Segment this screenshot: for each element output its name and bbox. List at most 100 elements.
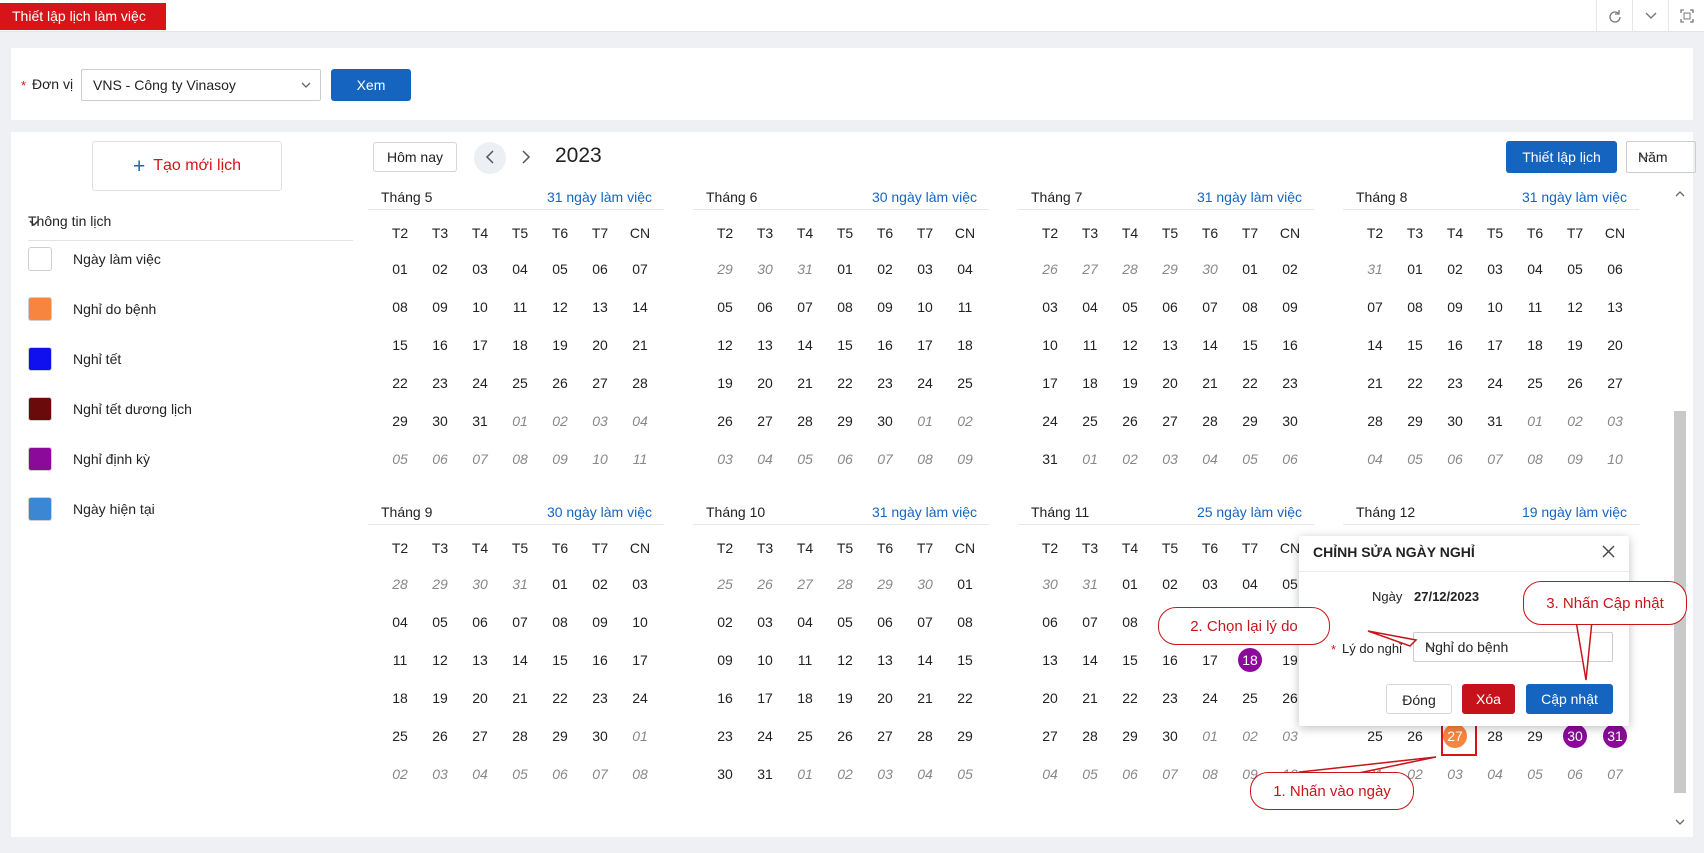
day-cell[interactable]: 16	[865, 326, 905, 364]
day-cell[interactable]: 02	[1555, 402, 1595, 440]
day-cell[interactable]: 20	[745, 364, 785, 402]
day-cell[interactable]: 06	[1595, 250, 1635, 288]
day-cell[interactable]: 24	[1190, 679, 1230, 717]
day-cell[interactable]: 02	[420, 250, 460, 288]
day-cell[interactable]: 08	[945, 603, 985, 641]
day-cell[interactable]: 29	[865, 565, 905, 603]
day-cell[interactable]: 04	[1515, 250, 1555, 288]
day-cell[interactable]: 08	[380, 288, 420, 326]
scroll-up-icon[interactable]	[1674, 187, 1686, 199]
day-cell[interactable]: 14	[785, 326, 825, 364]
day-cell[interactable]: 10	[460, 288, 500, 326]
day-cell[interactable]: 05	[420, 603, 460, 641]
day-cell[interactable]: 26	[1110, 402, 1150, 440]
day-cell[interactable]: 22	[540, 679, 580, 717]
day-cell[interactable]: 27	[1030, 717, 1070, 755]
day-cell[interactable]: 20	[580, 326, 620, 364]
prev-year-button[interactable]	[474, 142, 506, 174]
day-cell[interactable]: 08	[1395, 288, 1435, 326]
day-cell[interactable]: 02	[1270, 250, 1310, 288]
close-button[interactable]: Đóng	[1386, 684, 1452, 714]
day-cell[interactable]: 13	[1595, 288, 1635, 326]
day-cell[interactable]: 22	[1110, 679, 1150, 717]
page-tab-title[interactable]: Thiết lập lịch làm việc	[0, 3, 166, 30]
day-cell[interactable]: 17	[1190, 641, 1230, 679]
day-cell[interactable]: 03	[705, 440, 745, 478]
day-cell[interactable]: 30	[1270, 402, 1310, 440]
day-cell[interactable]: 26	[540, 364, 580, 402]
fullscreen-icon[interactable]	[1668, 0, 1704, 32]
day-cell[interactable]: 28	[620, 364, 660, 402]
day-cell[interactable]: 31	[1070, 565, 1110, 603]
day-cell[interactable]: 04	[500, 250, 540, 288]
day-cell[interactable]: 08	[500, 440, 540, 478]
day-cell[interactable]: 27	[1070, 250, 1110, 288]
chevron-down-icon[interactable]	[1632, 0, 1668, 32]
day-cell[interactable]: 14	[1070, 641, 1110, 679]
day-cell[interactable]: 30	[460, 565, 500, 603]
day-cell[interactable]: 19	[825, 679, 865, 717]
day-cell[interactable]: 13	[580, 288, 620, 326]
day-cell[interactable]: 26	[420, 717, 460, 755]
day-cell[interactable]: 31	[745, 755, 785, 793]
day-cell[interactable]: 09	[945, 440, 985, 478]
day-cell[interactable]: 07	[1475, 440, 1515, 478]
day-cell[interactable]: 10	[580, 440, 620, 478]
day-cell[interactable]: 29	[540, 717, 580, 755]
day-cell[interactable]: 20	[865, 679, 905, 717]
day-cell[interactable]: 17	[905, 326, 945, 364]
day-cell[interactable]: 09	[1435, 288, 1475, 326]
day-cell[interactable]: 02	[540, 402, 580, 440]
day-cell[interactable]: 29	[945, 717, 985, 755]
day-cell[interactable]: 07	[1355, 288, 1395, 326]
refresh-icon[interactable]	[1596, 0, 1632, 32]
day-cell[interactable]: 23	[1270, 364, 1310, 402]
day-cell[interactable]: 18	[785, 679, 825, 717]
day-cell[interactable]: 10	[1030, 326, 1070, 364]
day-cell[interactable]: 20	[460, 679, 500, 717]
day-cell[interactable]: 04	[945, 250, 985, 288]
day-cell[interactable]: 06	[1555, 755, 1595, 793]
day-cell[interactable]: 30	[1150, 717, 1190, 755]
day-cell[interactable]: 13	[865, 641, 905, 679]
day-cell[interactable]: 14	[905, 641, 945, 679]
day-cell[interactable]: 18	[1070, 364, 1110, 402]
day-cell[interactable]: 22	[945, 679, 985, 717]
day-cell[interactable]: 02	[380, 755, 420, 793]
day-cell[interactable]: 04	[620, 402, 660, 440]
day-cell[interactable]: 30	[1435, 402, 1475, 440]
day-cell[interactable]: 23	[705, 717, 745, 755]
day-cell[interactable]: 05	[380, 440, 420, 478]
day-cell[interactable]: 14	[500, 641, 540, 679]
day-cell[interactable]: 06	[460, 603, 500, 641]
day-cell[interactable]: 11	[620, 440, 660, 478]
day-cell[interactable]: 15	[1230, 326, 1270, 364]
day-cell[interactable]: 12	[420, 641, 460, 679]
day-cell[interactable]: 02	[945, 402, 985, 440]
setup-calendar-button[interactable]: Thiết lập lịch	[1506, 141, 1617, 173]
day-cell[interactable]: 05	[785, 440, 825, 478]
day-cell[interactable]: 03	[580, 402, 620, 440]
day-cell[interactable]: 22	[825, 364, 865, 402]
day-cell[interactable]: 01	[1070, 440, 1110, 478]
day-cell[interactable]: 08	[620, 755, 660, 793]
day-cell[interactable]: 29	[705, 250, 745, 288]
day-cell[interactable]: 04	[1230, 565, 1270, 603]
day-cell[interactable]: 21	[785, 364, 825, 402]
day-cell[interactable]: 24	[905, 364, 945, 402]
day-cell[interactable]: 20	[1030, 679, 1070, 717]
day-cell[interactable]: 24	[1030, 402, 1070, 440]
day-cell[interactable]: 16	[1435, 326, 1475, 364]
day-cell[interactable]: 03	[1150, 440, 1190, 478]
day-cell[interactable]: 02	[1435, 250, 1475, 288]
day-cell[interactable]: 16	[705, 679, 745, 717]
day-cell[interactable]: 16	[420, 326, 460, 364]
day-cell[interactable]: 02	[1110, 440, 1150, 478]
day-cell[interactable]: 01	[825, 250, 865, 288]
day-cell[interactable]: 29	[1395, 402, 1435, 440]
day-cell[interactable]: 28	[500, 717, 540, 755]
day-cell[interactable]: 24	[745, 717, 785, 755]
day-cell[interactable]: 06	[1150, 288, 1190, 326]
day-cell[interactable]: 05	[1395, 440, 1435, 478]
day-cell[interactable]: 06	[1030, 603, 1070, 641]
